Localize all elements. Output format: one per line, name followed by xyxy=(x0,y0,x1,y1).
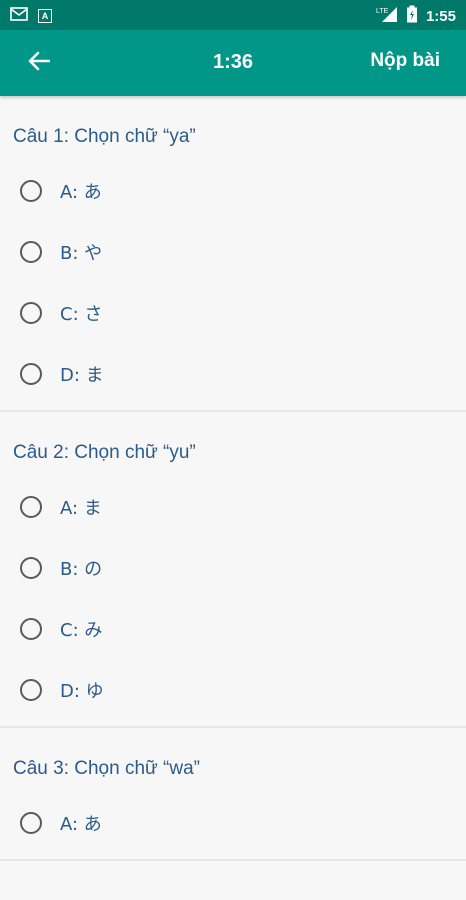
submit-button[interactable]: Nộp bài xyxy=(370,50,440,72)
radio-button[interactable] xyxy=(20,495,42,518)
radio-button[interactable] xyxy=(20,617,42,640)
option-label: A: あ xyxy=(60,813,102,835)
option-label: B: の xyxy=(60,558,103,580)
option-label: C: さ xyxy=(60,303,103,325)
radio-button[interactable] xyxy=(20,240,42,263)
option-list: A: ま B: の C: み D: ゆ xyxy=(0,476,466,720)
radio-button[interactable] xyxy=(20,811,42,834)
battery-icon xyxy=(406,5,418,27)
radio-button[interactable] xyxy=(20,362,42,385)
option-a[interactable]: A: ま xyxy=(0,476,466,537)
option-d[interactable]: D: ゆ xyxy=(0,659,466,720)
question-title: Câu 2: Chọn chữ “yu” xyxy=(13,442,196,463)
option-d[interactable]: D: ま xyxy=(0,343,466,404)
app-bar: 1:36 Nộp bài xyxy=(0,30,466,96)
radio-button[interactable] xyxy=(20,179,42,202)
question-title: Câu 3: Chọn chữ “wa” xyxy=(13,758,200,779)
option-b[interactable]: B: や xyxy=(0,221,466,282)
radio-button[interactable] xyxy=(20,301,42,324)
back-button[interactable] xyxy=(22,46,56,80)
status-right: LTE 1:55 xyxy=(376,5,456,27)
option-label: A: ま xyxy=(60,497,102,519)
gmail-icon xyxy=(10,6,28,25)
status-time: 1:55 xyxy=(425,7,456,25)
option-b[interactable]: B: の xyxy=(0,537,466,598)
option-list: A: あ B: や C: さ D: ま xyxy=(0,160,466,404)
a-notification-icon: A xyxy=(38,8,52,23)
option-a[interactable]: A: あ xyxy=(0,792,466,853)
question-card: Câu 1: Chọn chữ “ya” A: あ B: や C: さ D: ま xyxy=(0,96,466,412)
question-card: Câu 2: Chọn chữ “yu” A: ま B: の C: み D: ゆ xyxy=(0,412,466,728)
option-c[interactable]: C: さ xyxy=(0,282,466,343)
lte-signal-icon: LTE xyxy=(376,5,398,27)
status-left-icons: A xyxy=(10,6,52,25)
option-a[interactable]: A: あ xyxy=(0,160,466,221)
radio-button[interactable] xyxy=(20,556,42,579)
status-bar: A LTE 1:55 xyxy=(0,0,466,30)
option-label: A: あ xyxy=(60,181,102,203)
option-label: D: ま xyxy=(60,364,104,386)
question-list[interactable]: Câu 1: Chọn chữ “ya” A: あ B: や C: さ D: ま… xyxy=(0,96,466,900)
arrow-left-icon xyxy=(28,51,51,75)
option-label: C: み xyxy=(60,619,103,641)
svg-text:LTE: LTE xyxy=(376,8,389,15)
question-card: Câu 3: Chọn chữ “wa” A: あ xyxy=(0,728,466,861)
option-label: D: ゆ xyxy=(60,680,104,702)
option-c[interactable]: C: み xyxy=(0,598,466,659)
radio-button[interactable] xyxy=(20,678,42,701)
option-list: A: あ xyxy=(0,792,466,853)
option-label: B: や xyxy=(60,242,103,264)
question-title: Câu 1: Chọn chữ “ya” xyxy=(13,126,196,147)
